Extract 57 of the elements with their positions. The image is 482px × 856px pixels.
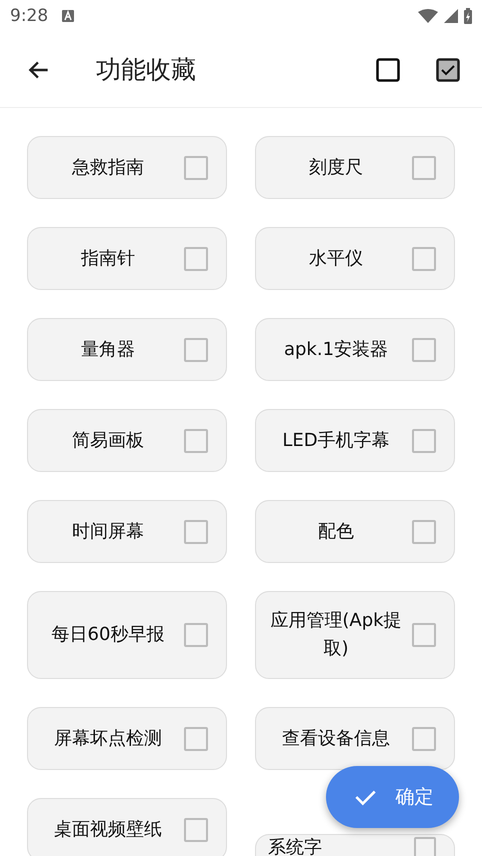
checked-square-icon	[436, 58, 460, 82]
confirm-button[interactable]: 确定	[326, 766, 459, 828]
checkbox[interactable]	[412, 623, 436, 647]
checkbox[interactable]	[184, 623, 208, 647]
feature-card[interactable]: 屏幕坏点检测	[27, 707, 227, 770]
feature-card[interactable]: 量角器	[27, 318, 227, 381]
checkbox[interactable]	[412, 520, 436, 544]
feature-card[interactable]: 每日60秒早报	[27, 591, 227, 679]
feature-card[interactable]: 水平仪	[255, 227, 455, 290]
page-title: 功能收藏	[96, 54, 196, 86]
feature-label: 每日60秒早报	[50, 623, 166, 647]
feature-label: 水平仪	[308, 246, 364, 270]
checkbox[interactable]	[412, 726, 436, 750]
checkbox[interactable]	[184, 338, 208, 362]
feature-card[interactable]: 查看设备信息	[255, 707, 455, 770]
notification-icon	[62, 10, 74, 22]
feature-label: 应用管理(Apk提取)	[269, 609, 403, 661]
checkbox[interactable]	[412, 156, 436, 180]
feature-card[interactable]: apk.1安装器	[255, 318, 455, 381]
feature-card[interactable]: 时间屏幕	[27, 500, 227, 563]
checkbox[interactable]	[184, 428, 208, 452]
checkbox[interactable]	[184, 156, 208, 180]
feature-label: 桌面视频壁纸	[53, 818, 163, 842]
feature-label: 急救指南	[71, 156, 145, 180]
feature-label: 查看设备信息	[281, 726, 391, 750]
feature-card[interactable]: 刻度尺	[255, 136, 455, 199]
feature-card[interactable]: 应用管理(Apk提取)	[255, 591, 455, 679]
status-time: 9:28	[10, 6, 48, 26]
feature-card[interactable]: 指南针	[27, 227, 227, 290]
feature-label: 简易画板	[71, 428, 145, 452]
feature-card[interactable]: 配色	[255, 500, 455, 563]
feature-label: 屏幕坏点检测	[53, 726, 163, 750]
feature-label: 配色	[317, 520, 355, 544]
checkbox[interactable]	[412, 338, 436, 362]
feature-label: 时间屏幕	[71, 520, 145, 544]
signal-icon	[444, 9, 458, 23]
checkbox[interactable]	[184, 520, 208, 544]
battery-icon	[464, 8, 472, 24]
empty-square-icon	[376, 58, 400, 82]
feature-label: 量角器	[80, 338, 136, 362]
checkbox[interactable]	[184, 818, 208, 842]
feature-label: 指南针	[80, 246, 136, 270]
feature-card[interactable]: 系统字	[255, 834, 455, 856]
checkbox[interactable]	[412, 428, 436, 452]
feature-card[interactable]: LED手机字幕	[255, 409, 455, 472]
feature-card[interactable]: 简易画板	[27, 409, 227, 472]
feature-card[interactable]: 急救指南	[27, 136, 227, 199]
checkbox[interactable]	[414, 837, 436, 856]
checkbox[interactable]	[184, 246, 208, 270]
feature-card[interactable]: 桌面视频壁纸	[27, 798, 227, 856]
feature-label: 刻度尺	[308, 156, 364, 180]
checkbox[interactable]	[412, 246, 436, 270]
wifi-icon	[418, 9, 438, 23]
feature-label: apk.1安装器	[282, 338, 390, 362]
feature-label: LED手机字幕	[281, 428, 391, 452]
feature-label: 系统字	[268, 836, 323, 856]
checkbox[interactable]	[184, 726, 208, 750]
